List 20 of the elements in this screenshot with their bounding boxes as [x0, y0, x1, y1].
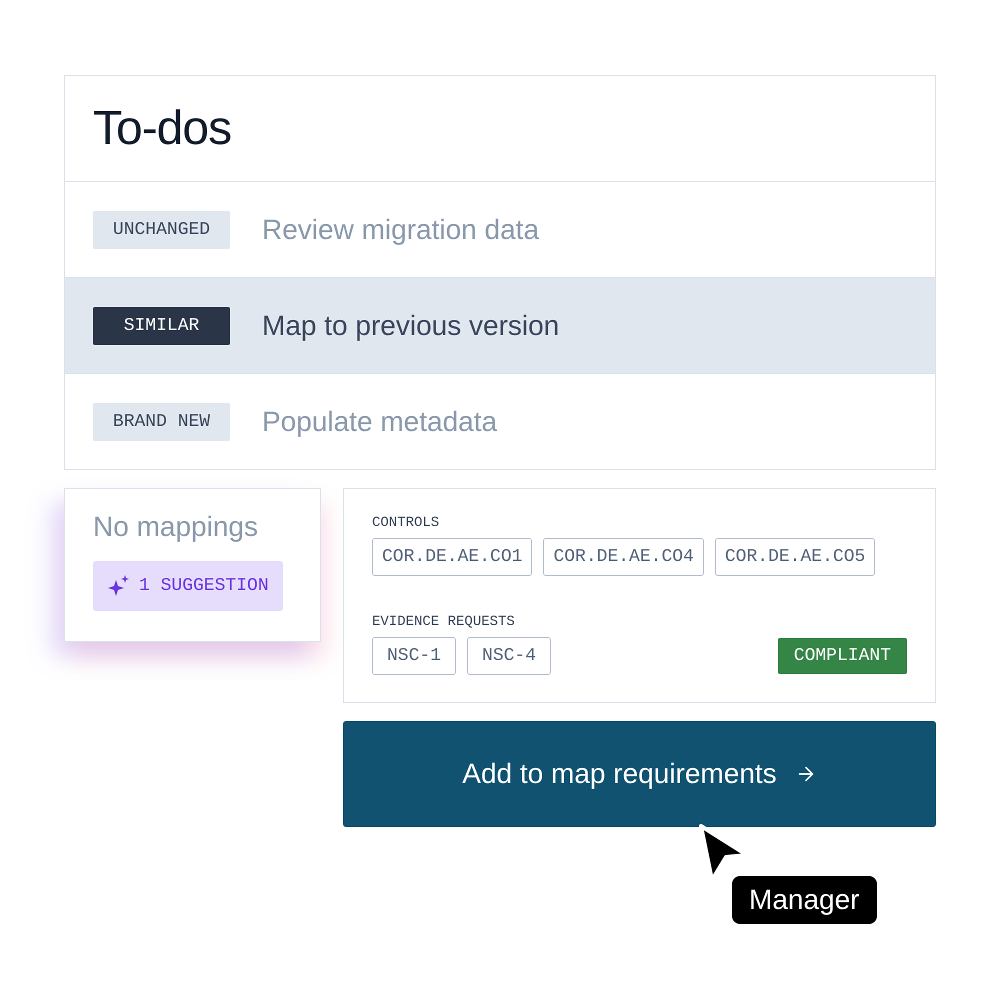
control-chip[interactable]: COR.DE.AE.CO1	[372, 538, 532, 576]
control-chip[interactable]: COR.DE.AE.CO4	[543, 538, 704, 576]
todo-row[interactable]: SIMILAR Map to previous version	[65, 278, 935, 374]
todo-label: Populate metadata	[262, 406, 498, 438]
status-tag: UNCHANGED	[93, 210, 230, 248]
sparkle-icon	[107, 574, 131, 598]
evidence-chip[interactable]: NSC-4	[467, 637, 552, 675]
status-badge: COMPLIANT	[778, 638, 907, 674]
status-tag: SIMILAR	[93, 306, 230, 344]
user-tag: Manager	[732, 876, 877, 924]
mappings-title: No mappings	[93, 511, 259, 543]
todo-label: Map to previous version	[262, 310, 560, 342]
status-tag: BRAND NEW	[93, 402, 230, 440]
todo-label: Review migration data	[262, 214, 540, 246]
evidence-chip[interactable]: NSC-1	[372, 637, 456, 675]
section-label: CONTROLS	[372, 515, 440, 531]
add-requirements-button[interactable]: Add to map requirements	[343, 721, 936, 827]
control-chip[interactable]: COR.DE.AE.CO5	[714, 538, 876, 576]
section-label: EVIDENCE REQUESTS	[372, 614, 515, 630]
suggestion-badge[interactable]: 1 SUGGESTION	[93, 561, 283, 611]
